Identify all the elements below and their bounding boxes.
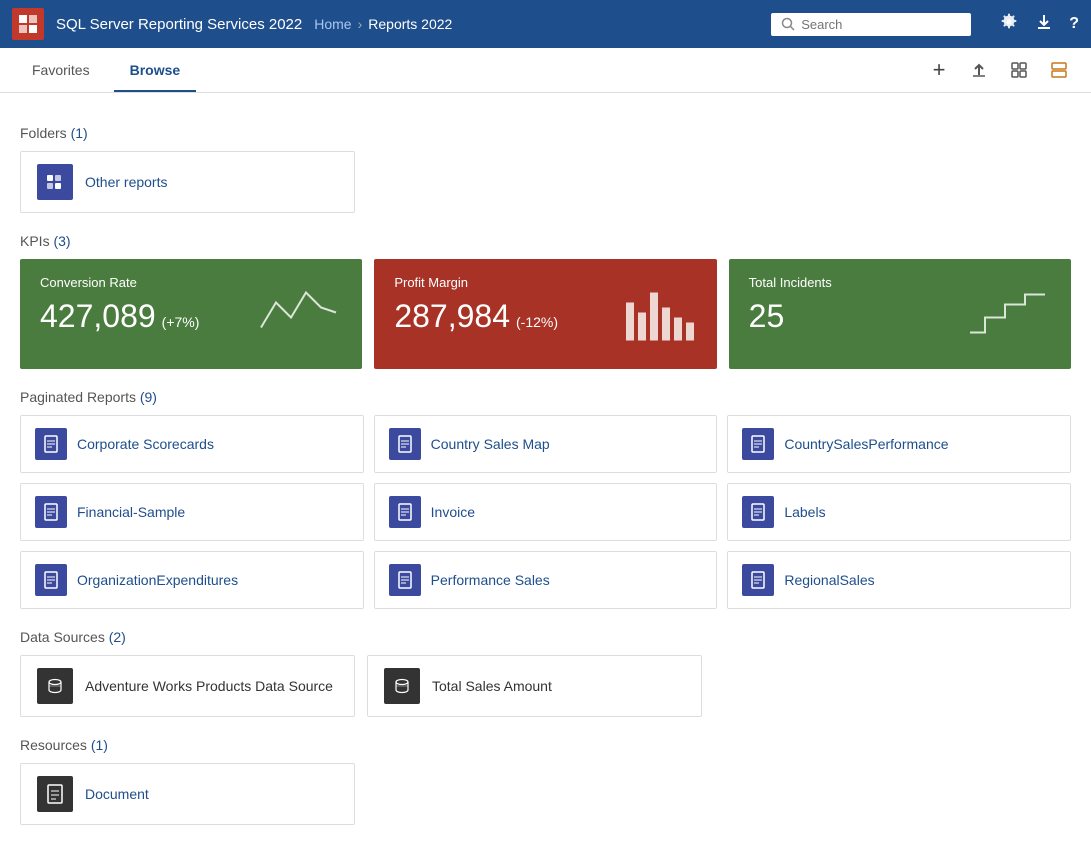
search-icon: [781, 17, 795, 31]
tile-view-button[interactable]: [1003, 54, 1035, 86]
header-icons: ?: [999, 12, 1079, 37]
report-card-corporate-scorecards[interactable]: Corporate Scorecards: [20, 415, 364, 473]
datasource-name: Adventure Works Products Data Source: [85, 678, 333, 694]
report-icon: [742, 496, 774, 528]
new-button[interactable]: +: [923, 54, 955, 86]
kpis-heading: KPIs (3): [20, 233, 1071, 249]
report-icon: [35, 428, 67, 460]
breadcrumb: Home › Reports 2022: [314, 16, 452, 32]
breadcrumb-current: Reports 2022: [368, 16, 452, 32]
reports-heading: Paginated Reports (9): [20, 389, 1071, 405]
report-name: OrganizationExpenditures: [77, 572, 238, 588]
kpi-value: 287,984: [394, 298, 510, 335]
report-card-regional-sales[interactable]: RegionalSales: [727, 551, 1071, 609]
resources-grid: Document: [20, 763, 1071, 825]
kpi-change: (+7%): [162, 314, 200, 330]
app-header: SQL Server Reporting Services 2022 Home …: [0, 0, 1091, 48]
folders-grid: Other reports: [20, 151, 1071, 213]
folder-icon: [37, 164, 73, 200]
search-input[interactable]: [801, 17, 961, 32]
kpi-change: (-12%): [516, 314, 558, 330]
report-card-labels[interactable]: Labels: [727, 483, 1071, 541]
resource-card-document[interactable]: Document: [20, 763, 355, 825]
kpi-sparkline: [256, 283, 346, 346]
nav-tabs: Favorites Browse +: [0, 48, 1091, 93]
report-icon: [389, 496, 421, 528]
report-name: Financial-Sample: [77, 504, 185, 520]
report-icon: [742, 564, 774, 596]
datasources-heading: Data Sources (2): [20, 629, 1071, 645]
help-icon[interactable]: ?: [1069, 15, 1079, 33]
report-icon: [389, 564, 421, 596]
resources-heading: Resources (1): [20, 737, 1071, 753]
detail-view-button[interactable]: [1043, 54, 1075, 86]
upload-button[interactable]: [963, 54, 995, 86]
settings-icon[interactable]: [999, 12, 1019, 37]
report-name: RegionalSales: [784, 572, 874, 588]
folders-heading: Folders (1): [20, 125, 1071, 141]
app-logo: [12, 8, 44, 40]
breadcrumb-separator: ›: [358, 16, 363, 32]
resource-icon: [37, 776, 73, 812]
report-card-performance-sales[interactable]: Performance Sales: [374, 551, 718, 609]
report-name: Invoice: [431, 504, 475, 520]
report-name: Corporate Scorecards: [77, 436, 214, 452]
kpi-sparkline: [965, 283, 1055, 346]
report-card-financial-sample[interactable]: Financial-Sample: [20, 483, 364, 541]
reports-grid: Corporate Scorecards Country Sales Map: [20, 415, 1071, 609]
folder-name: Other reports: [85, 174, 167, 190]
datasource-icon: [37, 668, 73, 704]
search-box[interactable]: [771, 13, 971, 36]
kpi-value: 427,089: [40, 298, 156, 335]
report-name: CountrySalesPerformance: [784, 436, 948, 452]
report-card-country-sales-map[interactable]: Country Sales Map: [374, 415, 718, 473]
kpi-total-incidents[interactable]: Total Incidents 25: [729, 259, 1071, 369]
report-card-country-sales-performance[interactable]: CountrySalesPerformance: [727, 415, 1071, 473]
app-title: SQL Server Reporting Services 2022: [56, 16, 302, 33]
tab-browse[interactable]: Browse: [114, 48, 197, 92]
breadcrumb-home[interactable]: Home: [314, 16, 351, 32]
folder-card-other-reports[interactable]: Other reports: [20, 151, 355, 213]
resource-name: Document: [85, 786, 149, 802]
report-name: Performance Sales: [431, 572, 550, 588]
kpis-grid: Conversion Rate 427,089 (+7%) Profit Mar…: [20, 259, 1071, 369]
report-icon: [35, 564, 67, 596]
kpi-sparkline: [621, 283, 701, 346]
tab-favorites[interactable]: Favorites: [16, 48, 106, 92]
kpi-profit-margin[interactable]: Profit Margin 287,984 (-12%): [374, 259, 716, 369]
report-icon: [742, 428, 774, 460]
report-card-invoice[interactable]: Invoice: [374, 483, 718, 541]
datasource-total-sales[interactable]: Total Sales Amount: [367, 655, 702, 717]
report-icon: [35, 496, 67, 528]
datasources-grid: Adventure Works Products Data Source Tot…: [20, 655, 1071, 717]
datasource-name: Total Sales Amount: [432, 678, 552, 694]
datasource-icon: [384, 668, 420, 704]
kpi-conversion-rate[interactable]: Conversion Rate 427,089 (+7%): [20, 259, 362, 369]
nav-actions: +: [923, 54, 1075, 86]
report-name: Country Sales Map: [431, 436, 550, 452]
download-icon[interactable]: [1035, 13, 1053, 36]
kpi-value: 25: [749, 298, 785, 335]
main-content: Folders (1) Other reports KPIs (3) Conve…: [0, 93, 1091, 841]
report-name: Labels: [784, 504, 825, 520]
datasource-adventure-works[interactable]: Adventure Works Products Data Source: [20, 655, 355, 717]
report-icon: [389, 428, 421, 460]
report-card-organization-expenditures[interactable]: OrganizationExpenditures: [20, 551, 364, 609]
